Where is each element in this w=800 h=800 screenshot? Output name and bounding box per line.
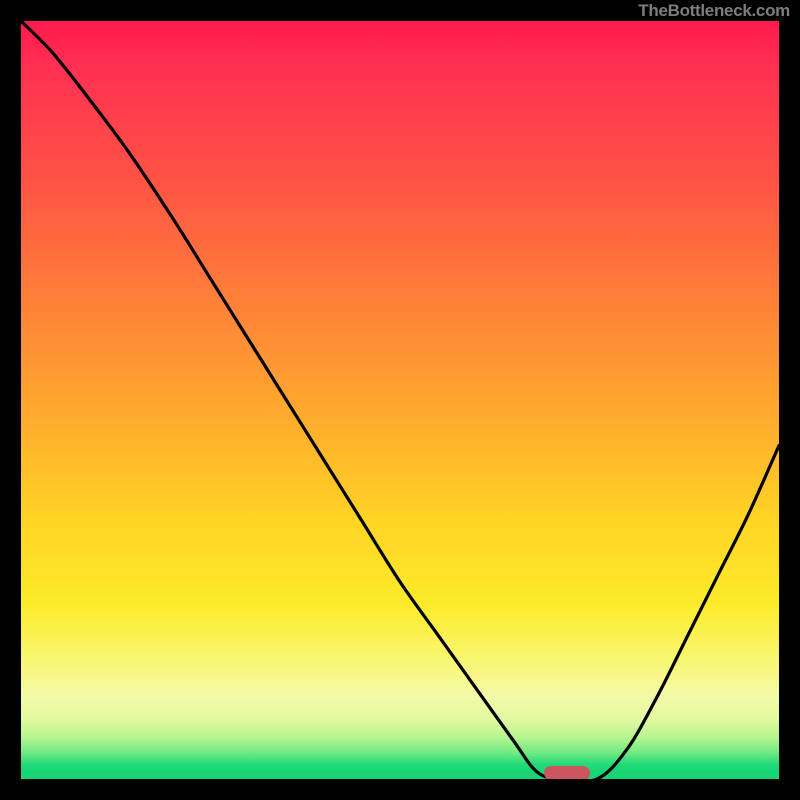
plot-area [21,21,779,779]
curve-svg [21,21,779,779]
bottleneck-curve [21,21,779,779]
optimum-marker [544,766,590,779]
watermark-text: TheBottleneck.com [638,0,790,21]
chart-frame: TheBottleneck.com [0,0,800,800]
